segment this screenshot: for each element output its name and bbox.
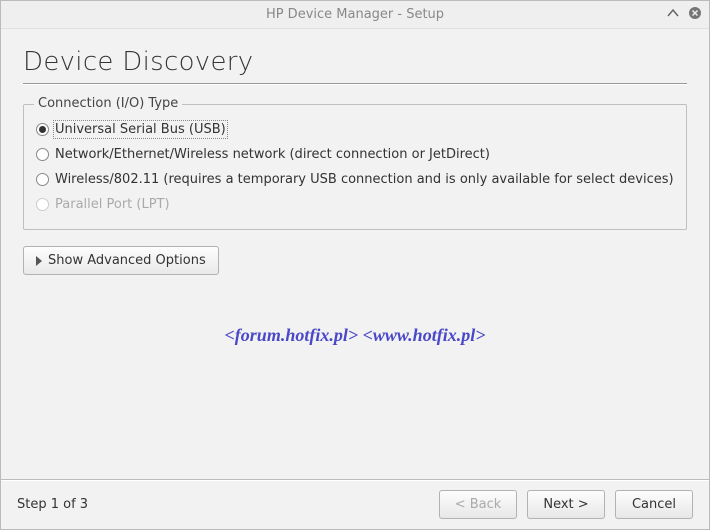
step-label: Step 1 of 3 (17, 497, 88, 512)
button-label: Show Advanced Options (48, 253, 206, 268)
next-button[interactable]: Next > (527, 490, 605, 519)
window-title: HP Device Manager - Setup (266, 7, 444, 22)
content-area: Device Discovery Connection (I/O) Type U… (1, 29, 709, 479)
radio-parallel: Parallel Port (LPT) (36, 192, 674, 217)
radio-icon (36, 148, 49, 161)
page-title: Device Discovery (23, 47, 687, 77)
close-icon[interactable] (687, 5, 703, 21)
titlebar: HP Device Manager - Setup (1, 1, 709, 29)
connection-type-group: Connection (I/O) Type Universal Serial B… (23, 104, 687, 230)
button-label: < Back (455, 497, 502, 512)
radio-usb[interactable]: Universal Serial Bus (USB) (36, 117, 674, 142)
radio-network[interactable]: Network/Ethernet/Wireless network (direc… (36, 142, 674, 167)
radio-label: Universal Serial Bus (USB) (55, 122, 226, 137)
footer-buttons: < Back Next > Cancel (439, 490, 693, 519)
show-advanced-button[interactable]: Show Advanced Options (23, 246, 219, 275)
app-window: HP Device Manager - Setup Device Discove… (0, 0, 710, 530)
titlebar-controls (665, 5, 703, 21)
watermark-text: <forum.hotfix.pl> <www.hotfix.pl> (23, 325, 687, 346)
radio-icon (36, 123, 49, 136)
back-button: < Back (439, 490, 517, 519)
chevron-right-icon (36, 256, 42, 266)
footer: Step 1 of 3 < Back Next > Cancel (1, 479, 709, 529)
button-label: Next > (543, 497, 588, 512)
radio-wireless[interactable]: Wireless/802.11 (requires a temporary US… (36, 167, 674, 192)
cancel-button[interactable]: Cancel (615, 490, 693, 519)
maximize-icon[interactable] (665, 5, 681, 21)
radio-label: Parallel Port (LPT) (55, 197, 170, 212)
radio-icon (36, 198, 49, 211)
radio-label: Network/Ethernet/Wireless network (direc… (55, 147, 490, 162)
radio-icon (36, 173, 49, 186)
button-label: Cancel (632, 497, 676, 512)
radio-label: Wireless/802.11 (requires a temporary US… (55, 172, 674, 187)
title-divider (23, 83, 687, 84)
group-title: Connection (I/O) Type (34, 96, 182, 111)
